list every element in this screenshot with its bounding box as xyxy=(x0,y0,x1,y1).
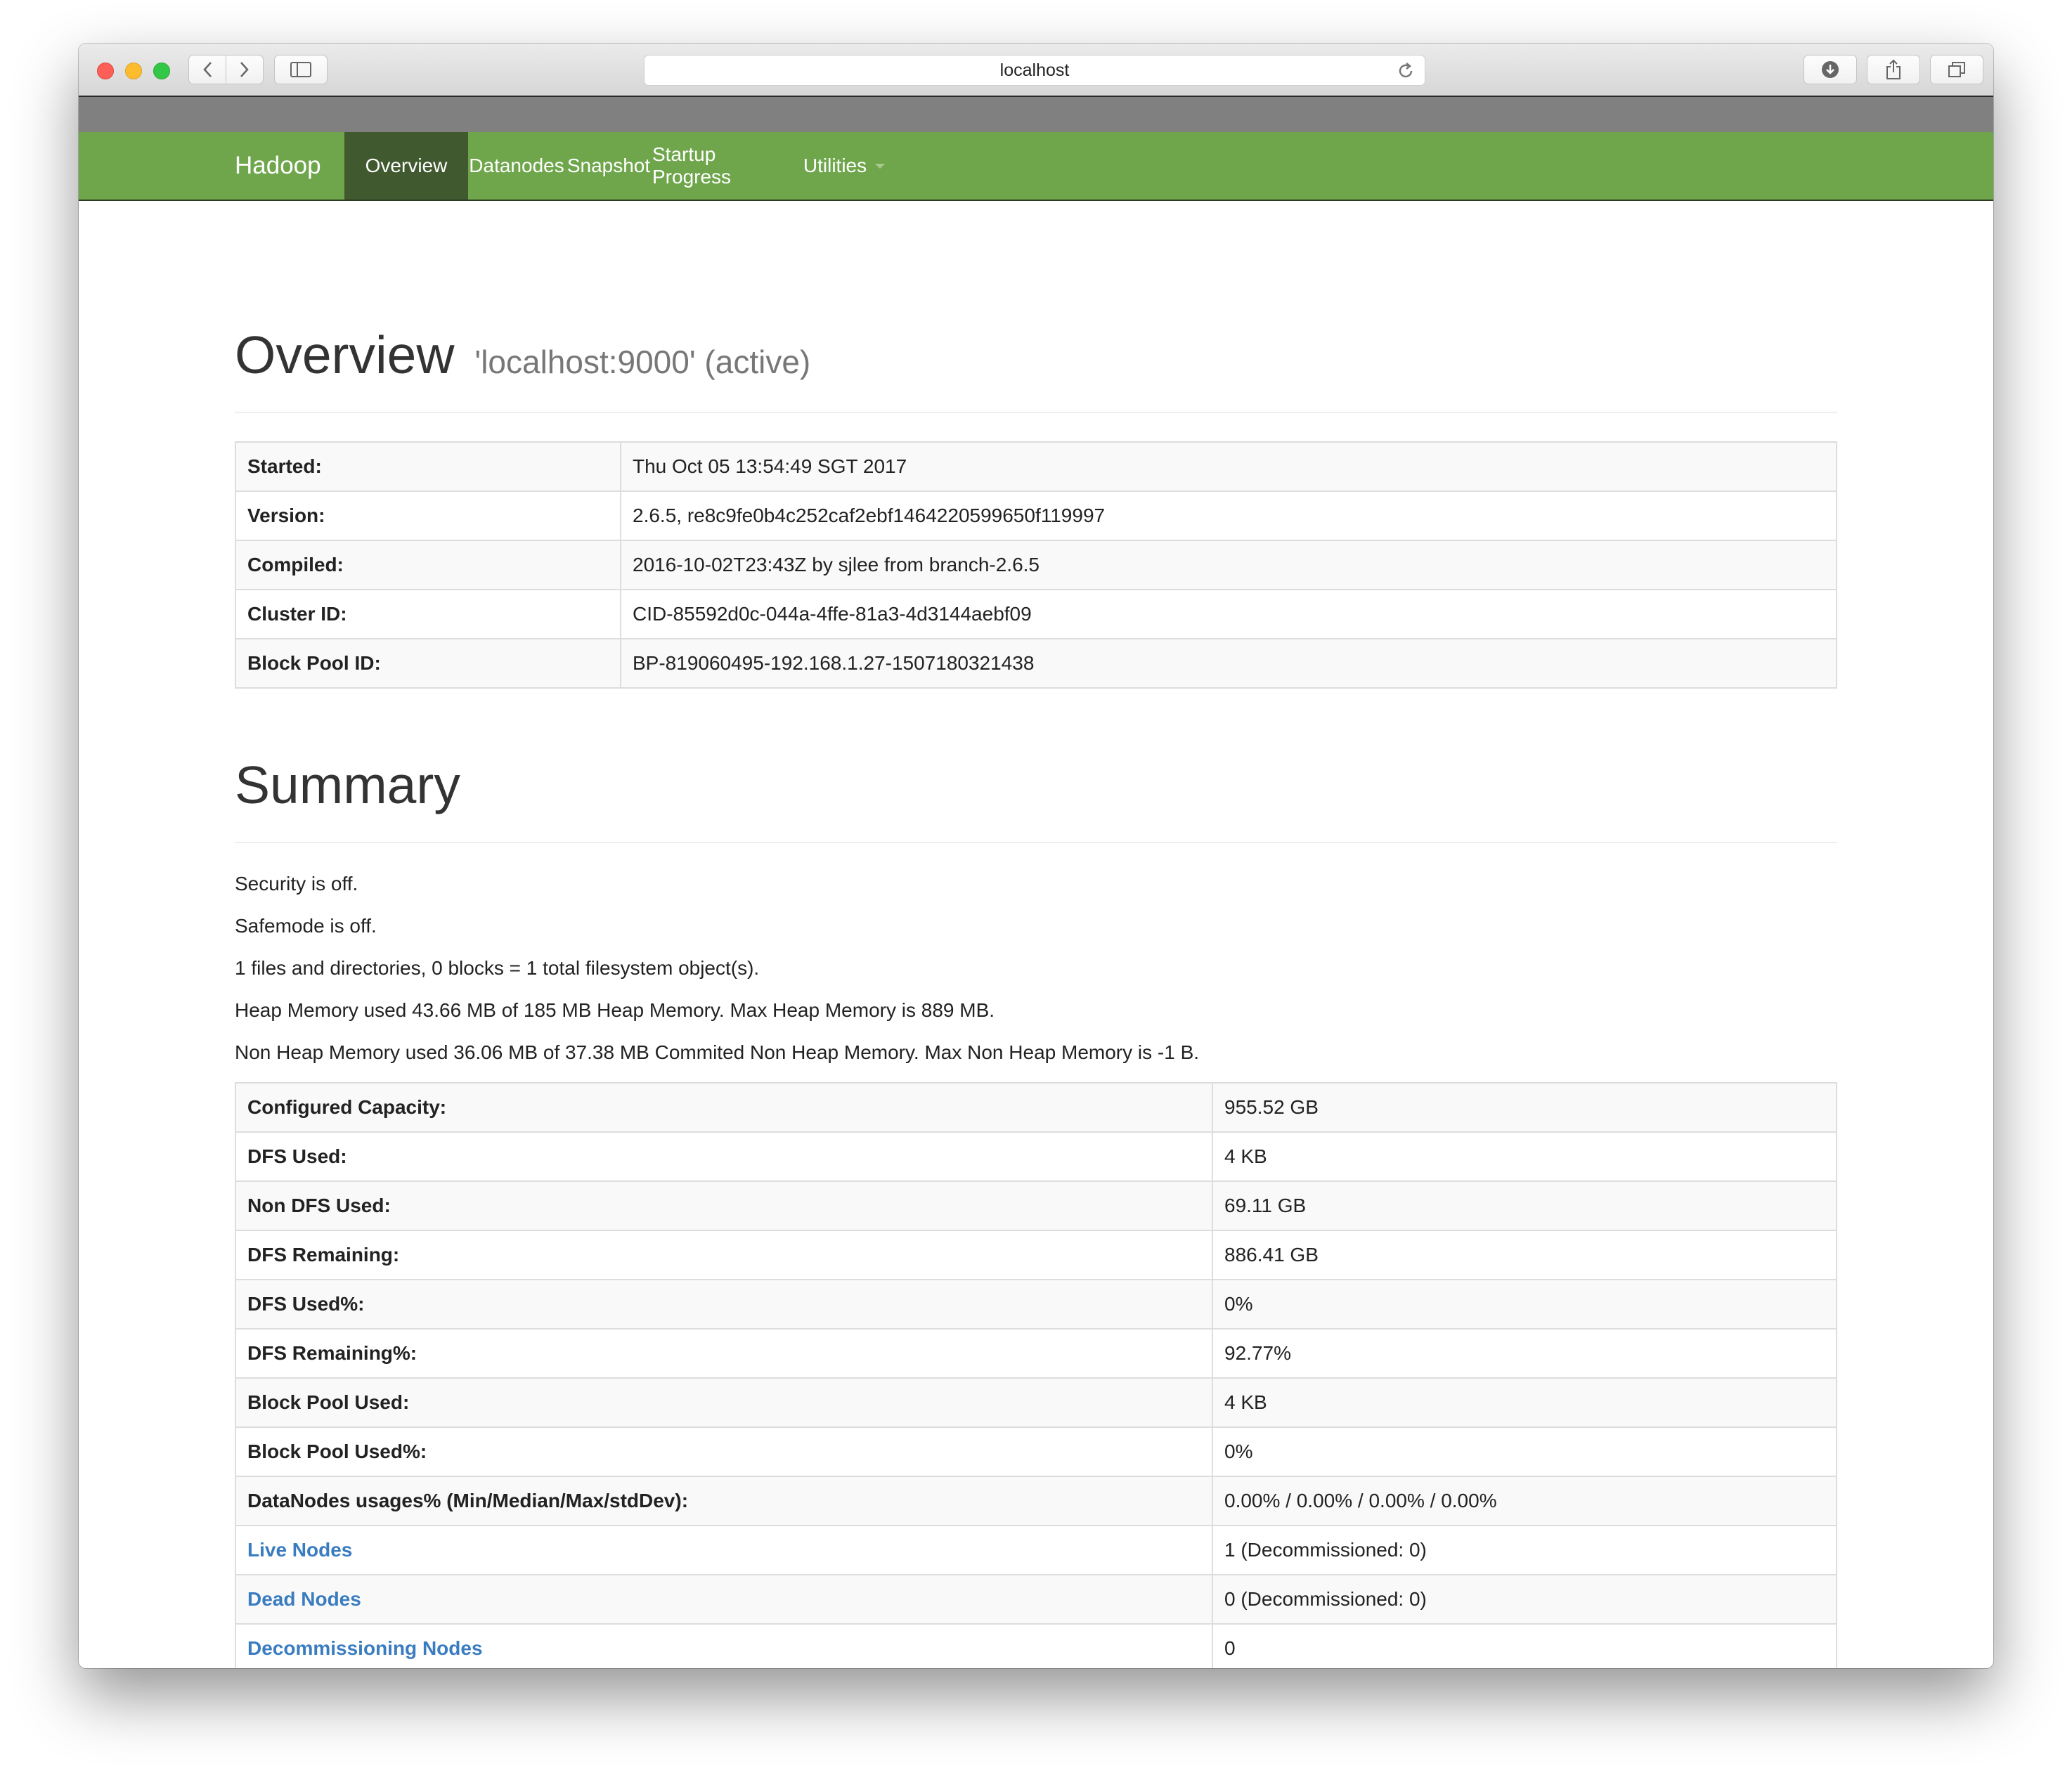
nav-datanodes[interactable]: Datanodes xyxy=(468,132,565,200)
minimize-window-button[interactable] xyxy=(125,63,142,79)
table-row: Block Pool Used: 4 KB xyxy=(235,1377,1837,1428)
table-row: DFS Used%: 0% xyxy=(235,1279,1837,1329)
tabs-icon xyxy=(1948,61,1966,78)
table-row: Compiled: 2016-10-02T23:43Z by sjlee fro… xyxy=(235,540,1837,590)
navbar-brand[interactable]: Hadoop xyxy=(235,132,321,200)
table-row: DFS Used: 4 KB xyxy=(235,1131,1837,1182)
tabs-overview-button[interactable] xyxy=(1930,55,1983,84)
browser-window: localhost Hadoop Overview Datanodes Snap… xyxy=(79,44,1993,1668)
non-heap-memory: Non Heap Memory used 36.06 MB of 37.38 M… xyxy=(235,1041,1200,1063)
table-row: Decommissioning Nodes 0 xyxy=(235,1623,1837,1668)
summary-table: Configured Capacity: 955.52 GB DFS Used:… xyxy=(235,1082,1837,1668)
summary-divider xyxy=(235,842,1837,843)
row-label: DFS Remaining: xyxy=(235,1230,1213,1280)
back-button[interactable] xyxy=(188,55,226,84)
table-row: DataNodes usages% (Min/Median/Max/stdDev… xyxy=(235,1476,1837,1526)
table-row: Block Pool ID: BP-819060495-192.168.1.27… xyxy=(235,638,1837,689)
row-value: CID-85592d0c-044a-4ffe-81a3-4d3144aebf09 xyxy=(620,589,1837,639)
hadoop-navbar: Hadoop Overview Datanodes Snapshot Start… xyxy=(79,132,1993,201)
row-value: 886.41 GB xyxy=(1212,1230,1837,1280)
tab-bar xyxy=(79,96,1993,134)
row-label: DFS Used%: xyxy=(235,1279,1213,1329)
row-value: 1 (Decommissioned: 0) xyxy=(1212,1525,1837,1575)
row-value: 955.52 GB xyxy=(1212,1082,1837,1133)
table-row: Configured Capacity: 955.52 GB xyxy=(235,1082,1837,1133)
row-value: 0 (Decommissioned: 0) xyxy=(1212,1574,1837,1625)
row-label: Configured Capacity: xyxy=(235,1082,1213,1133)
row-label: DFS Remaining%: xyxy=(235,1328,1213,1379)
row-value: 2016-10-02T23:43Z by sjlee from branch-2… xyxy=(620,540,1837,590)
row-value: 0% xyxy=(1212,1426,1837,1477)
row-value: 69.11 GB xyxy=(1212,1181,1837,1231)
row-label: Cluster ID: xyxy=(235,589,621,639)
summary-title: Summary xyxy=(235,755,460,814)
row-value: 4 KB xyxy=(1212,1131,1837,1182)
reload-icon[interactable] xyxy=(1397,61,1415,86)
sidebar-button[interactable] xyxy=(274,55,328,84)
table-row: DFS Remaining: 886.41 GB xyxy=(235,1230,1837,1280)
address-bar[interactable]: localhost xyxy=(644,55,1425,86)
sidebar-icon xyxy=(290,62,311,77)
downloads-button[interactable] xyxy=(1804,55,1857,84)
table-row: DFS Remaining%: 92.77% xyxy=(235,1328,1837,1379)
nav-overview[interactable]: Overview xyxy=(344,132,468,200)
row-label: DataNodes usages% (Min/Median/Max/stdDev… xyxy=(235,1476,1213,1526)
overview-table: Started: Thu Oct 05 13:54:49 SGT 2017 Ve… xyxy=(235,441,1837,689)
table-row: Cluster ID: CID-85592d0c-044a-4ffe-81a3-… xyxy=(235,589,1837,639)
overview-subtitle: 'localhost:9000' (active) xyxy=(474,344,811,380)
security-status: Security is off. xyxy=(235,873,358,895)
row-label: Started: xyxy=(235,441,621,492)
dead-nodes-link[interactable]: Dead Nodes xyxy=(235,1574,1213,1625)
row-label: Compiled: xyxy=(235,540,621,590)
row-value: BP-819060495-192.168.1.27-1507180321438 xyxy=(620,638,1837,689)
table-row: Dead Nodes 0 (Decommissioned: 0) xyxy=(235,1574,1837,1625)
row-value: Thu Oct 05 13:54:49 SGT 2017 xyxy=(620,441,1837,492)
safemode-status: Safemode is off. xyxy=(235,915,377,937)
filesystem-objects: 1 files and directories, 0 blocks = 1 to… xyxy=(235,957,760,979)
zoom-window-button[interactable] xyxy=(153,63,170,79)
row-value: 4 KB xyxy=(1212,1377,1837,1428)
row-label: Non DFS Used: xyxy=(235,1181,1213,1231)
row-label: Block Pool ID: xyxy=(235,638,621,689)
share-icon xyxy=(1885,59,1902,80)
table-row: Block Pool Used%: 0% xyxy=(235,1426,1837,1477)
overview-title: Overview xyxy=(235,325,455,384)
caret-down-icon xyxy=(875,163,886,169)
row-value: 2.6.5, re8c9fe0b4c252caf2ebf146422059965… xyxy=(620,490,1837,541)
decommissioning-nodes-link[interactable]: Decommissioning Nodes xyxy=(235,1623,1213,1668)
table-row: Non DFS Used: 69.11 GB xyxy=(235,1181,1837,1231)
url-text: localhost xyxy=(999,60,1070,80)
row-label: DFS Used: xyxy=(235,1131,1213,1182)
table-row: Started: Thu Oct 05 13:54:49 SGT 2017 xyxy=(235,441,1837,492)
live-nodes-link[interactable]: Live Nodes xyxy=(235,1525,1213,1575)
browser-toolbar: localhost xyxy=(79,44,1993,96)
nav-utilities-label: Utilities xyxy=(803,155,867,176)
row-value: 92.77% xyxy=(1212,1328,1837,1379)
download-icon xyxy=(1821,60,1839,79)
forward-button[interactable] xyxy=(226,55,264,84)
chevron-right-icon xyxy=(240,61,250,78)
nav-utilities[interactable]: Utilities xyxy=(791,132,897,200)
nav-snapshot[interactable]: Snapshot xyxy=(565,132,652,200)
share-button[interactable] xyxy=(1867,55,1920,84)
close-window-button[interactable] xyxy=(97,63,114,79)
heap-memory: Heap Memory used 43.66 MB of 185 MB Heap… xyxy=(235,999,995,1021)
chevron-left-icon xyxy=(202,61,212,78)
overview-header: Overview 'localhost:9000' (active) xyxy=(235,329,810,382)
row-value: 0.00% / 0.00% / 0.00% / 0.00% xyxy=(1212,1476,1837,1526)
row-label: Version: xyxy=(235,490,621,541)
row-label: Block Pool Used%: xyxy=(235,1426,1213,1477)
row-value: 0% xyxy=(1212,1279,1837,1329)
nav-startup-progress[interactable]: Startup Progress xyxy=(652,132,791,200)
row-label: Block Pool Used: xyxy=(235,1377,1213,1428)
row-value: 0 xyxy=(1212,1623,1837,1668)
table-row: Version: 2.6.5, re8c9fe0b4c252caf2ebf146… xyxy=(235,490,1837,541)
table-row: Live Nodes 1 (Decommissioned: 0) xyxy=(235,1525,1837,1575)
overview-divider xyxy=(235,412,1837,413)
